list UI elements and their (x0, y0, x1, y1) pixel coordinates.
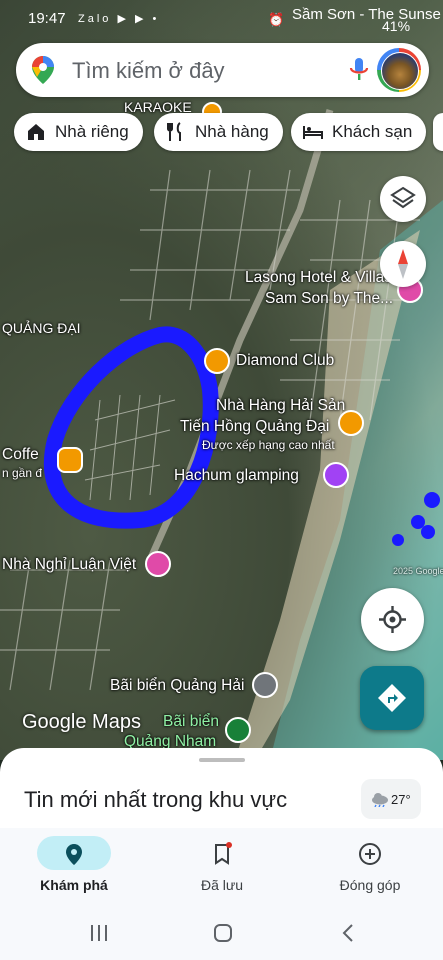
status-app-icons: Zalo ▶ ▶ • (78, 13, 160, 25)
chip-restaurants-label: Nhà hàng (195, 122, 269, 141)
poi-lasong-label-2[interactable]: Sam Son by The... (265, 290, 393, 308)
weather-badge[interactable]: 27° (361, 779, 421, 819)
nav-contribute[interactable]: Đóng góp (296, 828, 443, 908)
chip-hotels-label: Khách sạn (332, 122, 413, 141)
google-maps-pin-icon (32, 56, 54, 84)
coffee-pin-icon[interactable] (57, 447, 83, 473)
place-pin-icon[interactable] (252, 672, 278, 698)
directions-icon (378, 684, 406, 712)
search-input[interactable]: Tìm kiếm ở đây (72, 58, 225, 84)
poi-coffee-label[interactable]: Coffe (2, 446, 39, 464)
mic-icon[interactable] (349, 57, 369, 83)
chip-more[interactable] (433, 113, 443, 151)
camera-pin-icon[interactable] (323, 462, 349, 488)
poi-glamping-label[interactable]: Hachum glamping (174, 467, 299, 485)
poi-nha-nghi-label[interactable]: Nhà Nghỉ Luận Việt (2, 556, 136, 574)
poi-nha-hang-label-1[interactable]: Nhà Hàng Hải Sản (216, 397, 345, 415)
bar-pin-icon[interactable] (204, 348, 230, 374)
sheet-drag-handle[interactable] (199, 758, 245, 762)
nav-explore-label: Khám phá (40, 877, 108, 893)
news-section-title: Tin mới nhất trong khu vực (24, 787, 288, 812)
compass-icon (398, 249, 408, 279)
poi-bai-bien-quang-nham-label-1[interactable]: Bãi biển (163, 713, 219, 731)
weather-temp: 27° (391, 792, 411, 807)
poi-nha-hang-label-3: Được xếp hạng cao nhất (202, 438, 335, 452)
home-button-icon[interactable] (212, 922, 234, 944)
poi-lasong-label-1[interactable]: Lasong Hotel & Villas (245, 269, 392, 287)
nav-saved-label: Đã lưu (200, 877, 244, 893)
park-pin-icon[interactable] (225, 717, 251, 743)
cloud-icon (372, 793, 388, 807)
hotel-pin-icon[interactable] (145, 551, 171, 577)
nav-contribute-label: Đóng góp (339, 877, 401, 893)
directions-button[interactable] (360, 666, 424, 730)
system-navigation-bar (0, 908, 443, 960)
bookmark-icon (215, 842, 232, 865)
home-icon (28, 124, 44, 140)
google-maps-logo: Google Maps (22, 711, 141, 733)
nav-saved[interactable]: Đã lưu (148, 828, 296, 908)
account-avatar[interactable] (377, 48, 421, 92)
chip-home[interactable]: Nhà riêng (14, 113, 143, 151)
search-bar[interactable]: Tìm kiếm ở đây (16, 43, 429, 97)
poi-bai-bien-quang-hai-label[interactable]: Bãi biển Quảng Hải (110, 677, 244, 695)
layers-button[interactable] (380, 176, 426, 222)
bottom-navigation: Khám phá Đã lưu Đóng góp (0, 828, 443, 908)
map-copyright: 2025 Google (393, 566, 443, 576)
poi-quang-dai-label: QUẢNG ĐẠI (2, 320, 81, 336)
chip-home-label: Nhà riêng (55, 122, 129, 141)
nav-explore[interactable]: Khám phá (0, 828, 148, 908)
chip-restaurants[interactable]: Nhà hàng (154, 113, 283, 151)
restaurant-icon (167, 122, 181, 141)
alarm-icon: ⏰ (268, 12, 285, 27)
layers-icon (390, 186, 416, 209)
chip-hotels[interactable]: Khách sạn (291, 113, 427, 151)
my-location-icon (379, 606, 406, 633)
recent-apps-icon[interactable] (88, 922, 110, 944)
status-location-text: Sầm Sơn - The Sunse (292, 6, 441, 23)
my-location-button[interactable] (361, 588, 424, 651)
hotel-icon (303, 126, 323, 139)
poi-nha-hang-label-2[interactable]: Tiến Hồng Quảng Đại (180, 418, 329, 436)
compass-button[interactable] (380, 241, 426, 287)
battery-level: 41% (382, 18, 411, 34)
poi-coffee-sub-label: n gần đ (2, 466, 43, 480)
restaurant-pin-icon[interactable] (338, 410, 364, 436)
poi-diamond-label[interactable]: Diamond Club (236, 352, 334, 370)
add-circle-icon (359, 843, 381, 865)
status-bar: 19:47 Zalo ▶ ▶ • ⏰ Sầm Sơn - The Sunse 4… (0, 6, 443, 34)
status-time: 19:47 (28, 10, 66, 27)
back-icon[interactable] (338, 922, 360, 944)
explore-pin-icon (66, 844, 82, 865)
